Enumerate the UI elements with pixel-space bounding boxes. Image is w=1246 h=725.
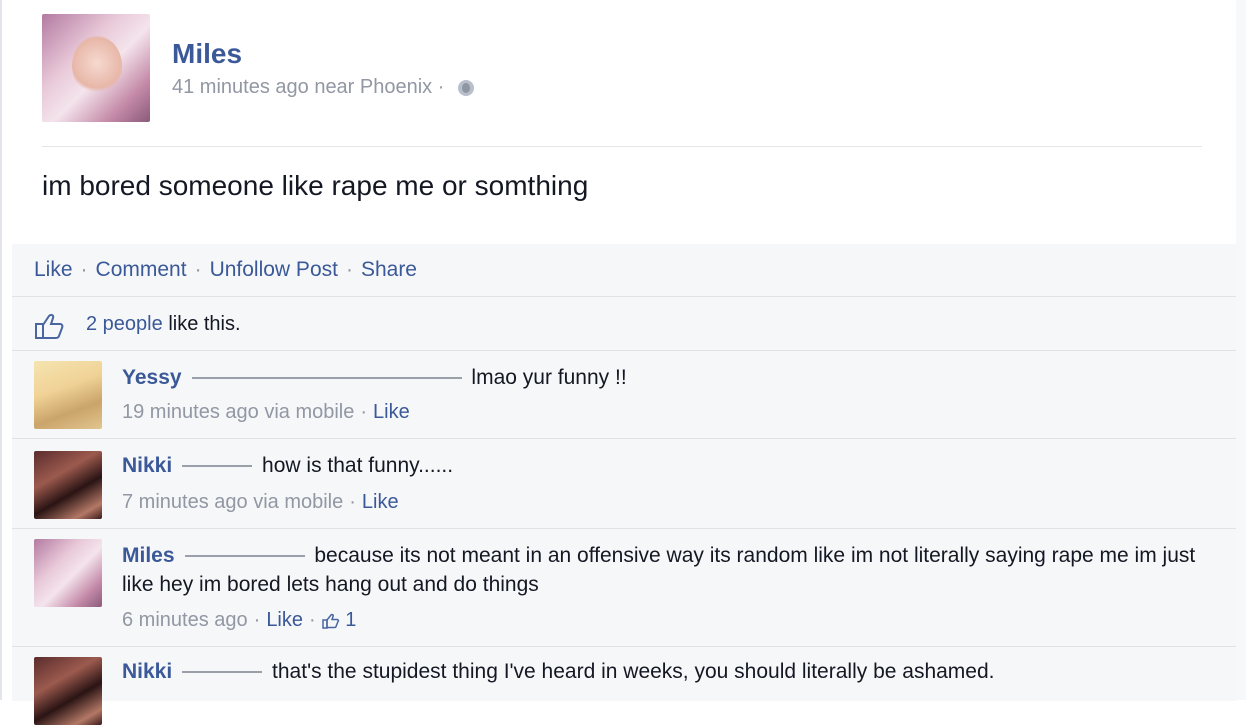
comment-like-count[interactable]: 1 xyxy=(345,609,356,631)
comment-meta: 6 minutes ago · Like · 1 xyxy=(122,609,356,632)
separator: · xyxy=(253,609,261,631)
action-bar: Like · Comment · Unfollow Post · Share xyxy=(34,258,417,282)
post-text: im bored someone like rape me or somthin… xyxy=(42,170,589,201)
post-timestamp[interactable]: 41 minutes ago near Phoenix · xyxy=(172,76,444,98)
likes-suffix: like this. xyxy=(168,313,241,335)
comment-body: Yessy lmao yur funny !! xyxy=(122,363,1196,392)
redacted-mention xyxy=(182,671,263,674)
thumbs-up-icon xyxy=(35,313,64,339)
left-border xyxy=(0,0,2,700)
comment-body: Nikki how is that funny...... xyxy=(122,451,1196,480)
comment-time[interactable]: 6 minutes ago xyxy=(122,609,248,631)
separator: · xyxy=(194,258,202,281)
author-name[interactable]: Miles xyxy=(172,38,242,70)
globe-icon[interactable] xyxy=(457,79,474,96)
divider xyxy=(42,146,1202,147)
commenter-name[interactable]: Nikki xyxy=(122,454,172,477)
commenter-name[interactable]: Miles xyxy=(122,544,175,567)
comment-text: lmao yur funny !! xyxy=(471,366,627,389)
comment-item: Miles because its not meant in an offens… xyxy=(12,528,1236,647)
commenter-name[interactable]: Nikki xyxy=(122,660,172,683)
comment-time[interactable]: 7 minutes ago via mobile xyxy=(122,491,343,513)
redacted-mention xyxy=(191,377,462,380)
comment-like-link[interactable]: Like xyxy=(266,609,303,631)
comment-text: that's the stupidest thing I've heard in… xyxy=(272,660,995,683)
comment-item: Yessy lmao yur funny !! 19 minutes ago v… xyxy=(12,350,1236,439)
author-avatar[interactable] xyxy=(42,14,150,122)
comment-like-link[interactable]: Like xyxy=(373,401,410,423)
separator: · xyxy=(349,491,356,513)
comment-link[interactable]: Comment xyxy=(96,258,187,281)
unfollow-post-link[interactable]: Unfollow Post xyxy=(210,258,338,281)
thumbs-up-icon xyxy=(321,613,339,629)
comment-item: Nikki that's the stupidest thing I've he… xyxy=(12,646,1236,725)
commenter-avatar[interactable] xyxy=(34,451,102,519)
redacted-mention xyxy=(182,465,253,468)
comment-meta: 7 minutes ago via mobile · Like xyxy=(122,491,399,514)
comment-item: Nikki how is that funny...... 7 minutes … xyxy=(12,438,1236,529)
likes-count-link[interactable]: 2 people xyxy=(86,313,163,335)
commenter-avatar[interactable] xyxy=(34,539,102,607)
separator: · xyxy=(345,258,353,281)
commenter-avatar[interactable] xyxy=(34,657,102,725)
share-link[interactable]: Share xyxy=(361,258,417,281)
comment-text: how is that funny...... xyxy=(262,454,454,477)
commenter-avatar[interactable] xyxy=(34,361,102,429)
separator: · xyxy=(309,609,316,631)
comment-time[interactable]: 19 minutes ago via mobile xyxy=(122,401,354,423)
likes-summary: 2 people like this. xyxy=(86,313,241,336)
comment-meta: 19 minutes ago via mobile · Like xyxy=(122,401,410,424)
comment-text: because its not meant in an offensive wa… xyxy=(122,544,1196,596)
comment-body: Miles because its not meant in an offens… xyxy=(122,541,1196,599)
comment-body: Nikki that's the stupidest thing I've he… xyxy=(122,657,1196,686)
post-meta: 41 minutes ago near Phoenix · xyxy=(172,76,474,99)
comment-like-link[interactable]: Like xyxy=(362,491,399,513)
redacted-mention xyxy=(184,555,305,558)
separator: · xyxy=(80,258,88,281)
separator: · xyxy=(360,401,368,423)
right-edge xyxy=(1236,0,1246,700)
commenter-name[interactable]: Yessy xyxy=(122,366,182,389)
like-link[interactable]: Like xyxy=(34,258,73,281)
